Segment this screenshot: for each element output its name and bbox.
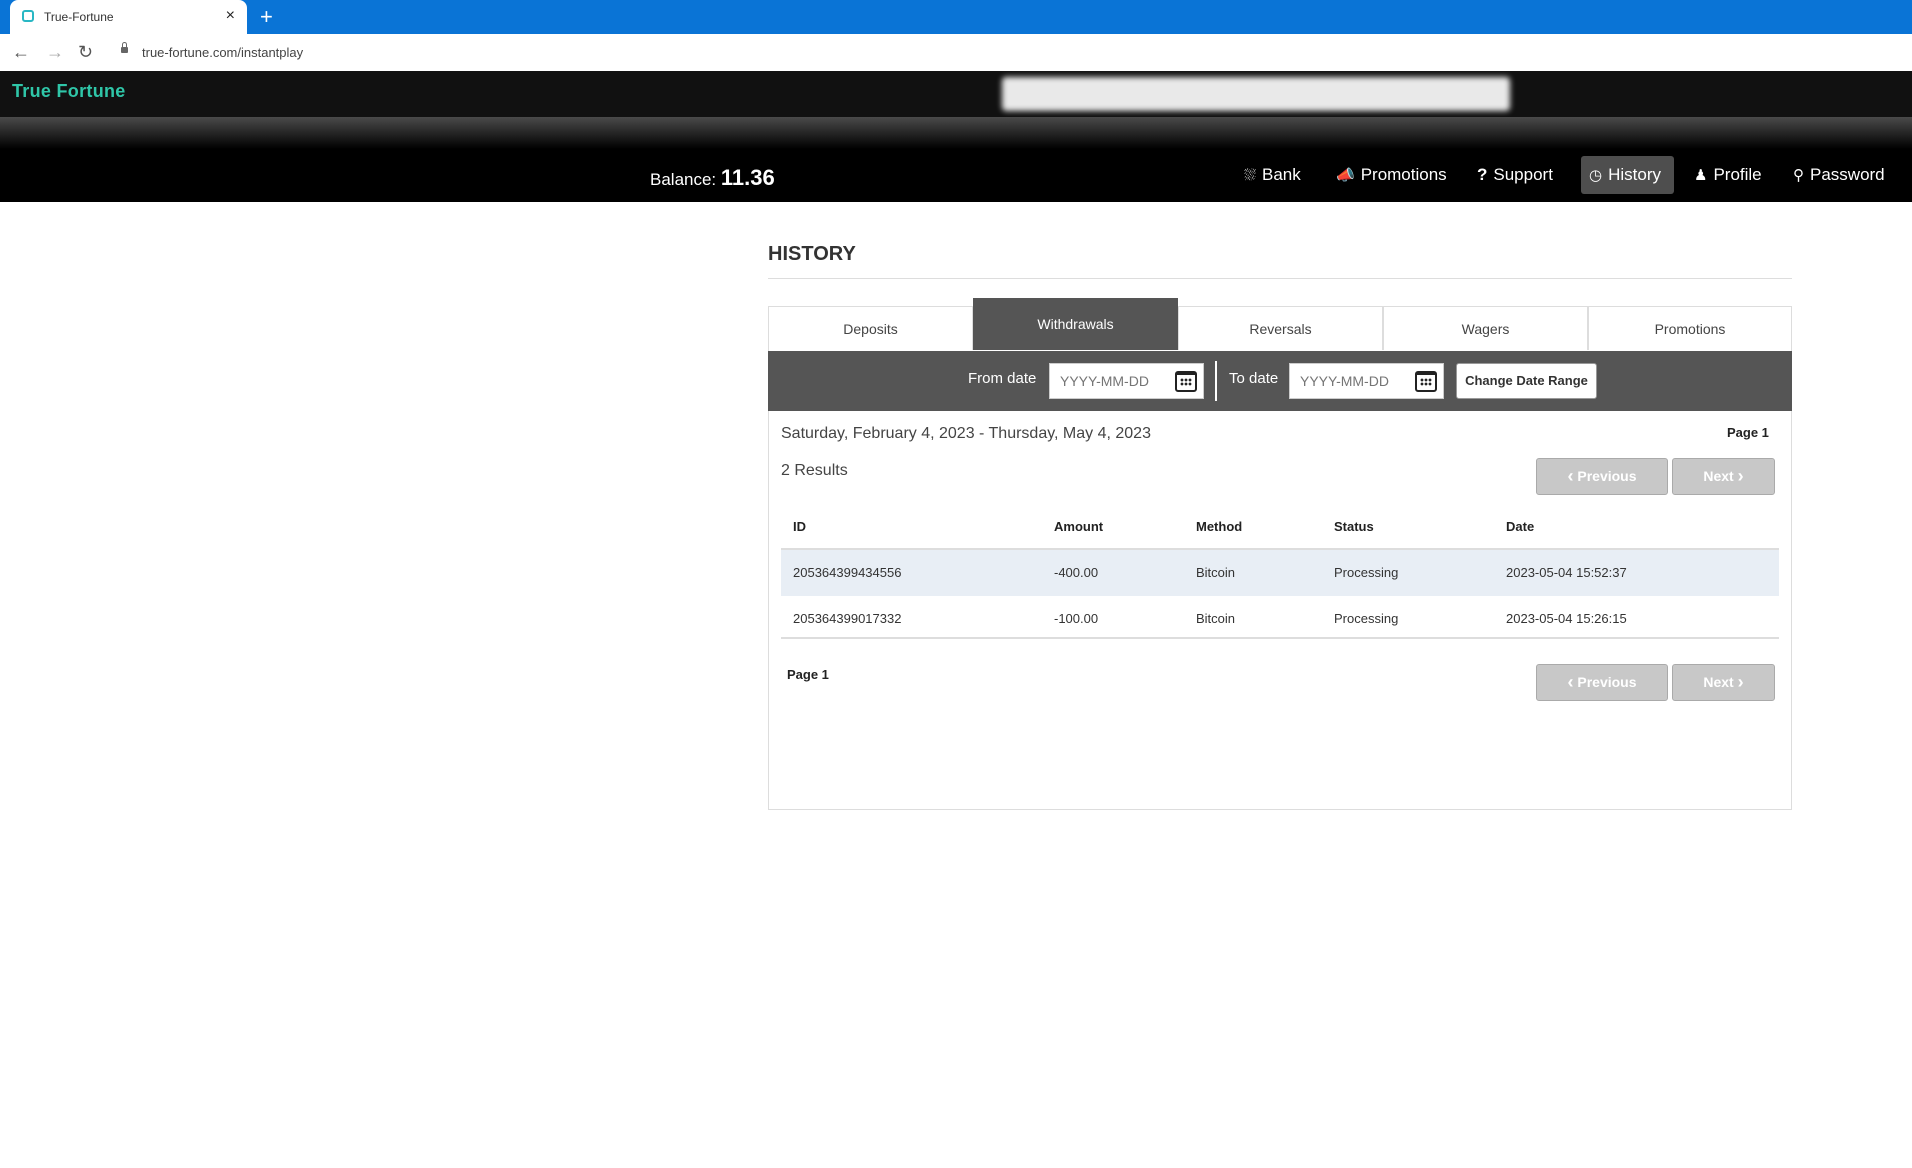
next-label: Next	[1703, 674, 1734, 690]
next-label: Next	[1703, 468, 1734, 484]
menu-promotions[interactable]: 📣 Promotions	[1328, 156, 1455, 194]
tab-title: True-Fortune	[44, 10, 114, 24]
calendar-icon[interactable]	[1175, 371, 1197, 392]
close-tab-icon[interactable]: ×	[226, 7, 235, 25]
site-header: True Fortune	[0, 71, 1912, 117]
reload-icon[interactable]: ↻	[78, 42, 93, 63]
site-logo[interactable]: True Fortune	[12, 81, 126, 102]
to-date-input[interactable]	[1298, 364, 1412, 398]
header-id[interactable]: ID	[793, 505, 806, 548]
key-icon: ⚲	[1793, 167, 1804, 184]
menu-label: Support	[1493, 165, 1553, 184]
cell-date: 2023-05-04 15:26:15	[1506, 611, 1627, 626]
header-amount[interactable]: Amount	[1054, 505, 1103, 548]
cell-method: Bitcoin	[1196, 611, 1236, 626]
chevron-right-icon: ›	[1737, 466, 1744, 486]
cell-status: Processing	[1334, 611, 1399, 626]
date-range-text: Saturday, February 4, 2023 - Thursday, M…	[781, 425, 1151, 442]
account-menubar: Balance: 11.36 ⛆ Bank 📣 Promotions ? Suppor…	[0, 149, 1912, 202]
cell-id: 205364399434556	[793, 565, 902, 580]
table-row[interactable]: 205364399434556 -400.00 Bitcoin Processi…	[781, 550, 1779, 596]
chevron-right-icon: ›	[1737, 672, 1744, 692]
table-row[interactable]: 205364399017332 -100.00 Bitcoin Processi…	[781, 596, 1779, 642]
cell-id: 205364399017332	[793, 611, 902, 626]
menu-label: Promotions	[1360, 165, 1447, 184]
table-bottom-rule	[781, 637, 1779, 639]
cell-amount: -100.00	[1054, 611, 1099, 626]
search-input[interactable]	[1002, 77, 1510, 111]
tab-withdrawals[interactable]: Withdrawals	[973, 298, 1178, 350]
user-icon: ♟	[1694, 167, 1708, 184]
cell-status: Processing	[1334, 565, 1399, 580]
balance-label: Balance:	[650, 170, 717, 189]
next-button-top[interactable]: Next ›	[1672, 458, 1775, 495]
menu-label: Profile	[1713, 165, 1762, 184]
new-tab-button[interactable]: +	[260, 4, 273, 30]
filter-divider	[1215, 361, 1217, 401]
date-filter-bar: From date To date Change Date Range	[768, 351, 1792, 411]
history-icon: ◷	[1589, 167, 1603, 184]
back-icon[interactable]: ←	[12, 42, 30, 63]
cell-method: Bitcoin	[1196, 565, 1236, 580]
page-title: HISTORY	[768, 243, 856, 265]
previous-label: Previous	[1577, 468, 1637, 484]
from-date-field[interactable]	[1049, 363, 1204, 399]
title-divider	[768, 278, 1792, 279]
cell-date: 2023-05-04 15:52:37	[1506, 565, 1627, 580]
withdrawals-table: ID Amount Method Status Date 20536439943…	[781, 505, 1779, 642]
cell-amount: -400.00	[1054, 565, 1099, 580]
results-count: 2 Results	[781, 462, 848, 479]
megaphone-icon: 📣	[1336, 167, 1355, 184]
header-status[interactable]: Status	[1334, 505, 1374, 548]
to-date-label: To date	[1229, 370, 1279, 387]
browser-tab[interactable]: True-Fortune ×	[10, 0, 247, 34]
browser-tab-bar: True-Fortune × +	[0, 0, 1912, 34]
previous-button-bottom[interactable]: ‹ Previous	[1536, 664, 1668, 701]
page-indicator-top: Page 1	[1727, 425, 1769, 440]
previous-button-top[interactable]: ‹ Previous	[1536, 458, 1668, 495]
history-tabs: Deposits Withdrawals Reversals Wagers Pr…	[768, 298, 1792, 352]
chevron-left-icon: ‹	[1567, 466, 1574, 486]
menu-bank[interactable]: ⛆ Bank	[1236, 156, 1309, 194]
tab-promotions[interactable]: Promotions	[1588, 306, 1792, 350]
tab-deposits[interactable]: Deposits	[768, 306, 973, 350]
previous-label: Previous	[1577, 674, 1637, 690]
menu-support[interactable]: ? Support	[1469, 156, 1561, 194]
url-field[interactable]: true-fortune.com/instantplay	[142, 45, 303, 60]
menu-password[interactable]: ⚲ Password	[1785, 156, 1893, 194]
next-button-bottom[interactable]: Next ›	[1672, 664, 1775, 701]
favicon-icon	[22, 10, 34, 22]
menu-label: Password	[1810, 165, 1885, 184]
header-date[interactable]: Date	[1506, 505, 1534, 548]
calendar-icon[interactable]	[1415, 371, 1437, 392]
to-date-field[interactable]	[1289, 363, 1444, 399]
money-icon: ⛆	[1244, 167, 1257, 184]
balance-display: Balance: 11.36	[650, 165, 775, 191]
tab-wagers[interactable]: Wagers	[1383, 306, 1588, 350]
from-date-input[interactable]	[1058, 364, 1172, 398]
lock-icon	[121, 42, 128, 53]
page-indicator-bottom: Page 1	[787, 667, 829, 682]
menu-history[interactable]: ◷ History	[1581, 156, 1674, 194]
tab-reversals[interactable]: Reversals	[1178, 306, 1383, 350]
header-method[interactable]: Method	[1196, 505, 1242, 548]
menu-label: History	[1608, 165, 1661, 184]
change-date-range-button[interactable]: Change Date Range	[1456, 363, 1597, 399]
menu-profile[interactable]: ♟ Profile	[1686, 156, 1770, 194]
question-icon: ?	[1477, 165, 1488, 184]
table-header: ID Amount Method Status Date	[781, 505, 1779, 550]
header-gradient	[0, 117, 1912, 149]
from-date-label: From date	[968, 370, 1037, 387]
address-bar: ← → ↻ true-fortune.com/instantplay	[0, 34, 1912, 72]
balance-value: 11.36	[720, 165, 775, 190]
menu-label: Bank	[1262, 165, 1301, 184]
chevron-left-icon: ‹	[1567, 672, 1574, 692]
forward-icon[interactable]: →	[46, 42, 64, 63]
